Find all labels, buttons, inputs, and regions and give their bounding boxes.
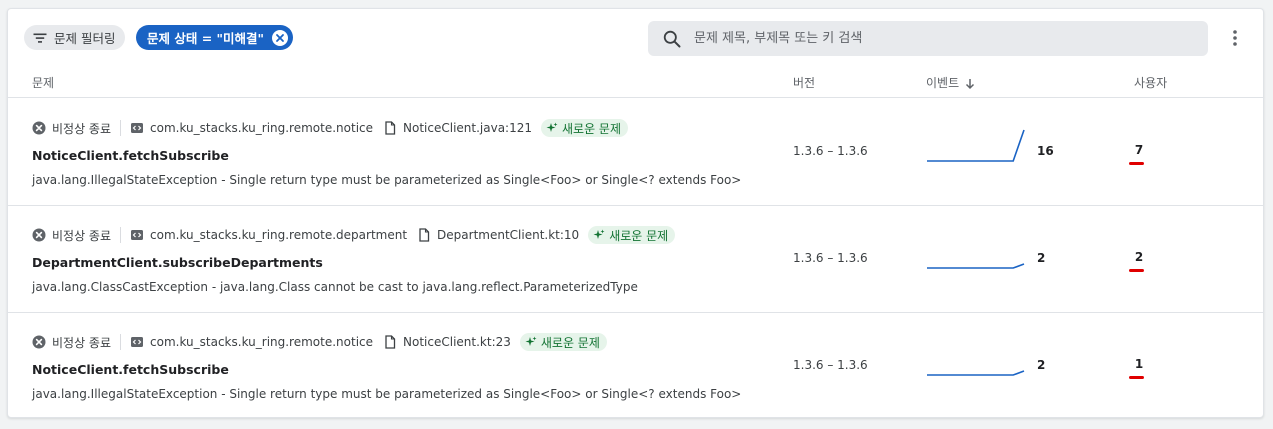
crash-x-circle-icon (32, 335, 46, 349)
more-vert-icon (1233, 30, 1237, 46)
new-issue-badge-label: 새로운 문제 (609, 228, 669, 243)
issue-row[interactable]: 비정상 종료 com.ku_stacks.ku_ring.remote.noti… (8, 313, 1263, 417)
issue-row[interactable]: 비정상 종료 com.ku_stacks.ku_ring.remote.depa… (8, 206, 1263, 313)
issue-event-count: 2 (1037, 251, 1046, 265)
filter-issues-chip[interactable]: 문제 필터링 (24, 25, 126, 50)
new-issue-badge: 새로운 문제 (519, 333, 607, 351)
file-icon (383, 121, 397, 135)
issue-type: 비정상 종료 (52, 228, 112, 243)
filter-list-icon (32, 30, 48, 46)
issue-file[interactable]: NoticeClient.java:121 (403, 121, 532, 135)
arrow-down-icon (965, 78, 975, 93)
issue-version: 1.3.6 – 1.3.6 (793, 251, 868, 265)
issue-version: 1.3.6 – 1.3.6 (793, 144, 868, 158)
user-count-marker (1129, 269, 1144, 272)
new-issue-badge-label: 새로운 문제 (562, 121, 622, 136)
active-filter-chip[interactable]: 문제 상태 = "미해결" (136, 25, 294, 50)
crash-x-circle-icon (32, 228, 46, 242)
issue-meta: 비정상 종료 com.ku_stacks.ku_ring.remote.depa… (32, 225, 676, 245)
issue-title[interactable]: DepartmentClient.subscribeDepartments (32, 255, 323, 270)
sparkle-icon (525, 336, 537, 348)
crash-x-circle-icon (32, 121, 46, 135)
divider (120, 334, 122, 350)
divider (120, 120, 122, 136)
active-filter-label: 문제 상태 = "미해결" (147, 31, 265, 46)
issue-version: 1.3.6 – 1.3.6 (793, 358, 868, 372)
issue-description: java.lang.ClassCastException - java.lang… (32, 280, 638, 294)
events-sparkline-line (927, 263, 1025, 269)
sparkle-icon (546, 122, 558, 134)
column-header-users[interactable]: 사용자 (1134, 74, 1167, 91)
issue-package[interactable]: com.ku_stacks.ku_ring.remote.notice (150, 335, 373, 349)
filter-chip-label: 문제 필터링 (54, 31, 116, 46)
issue-event-count: 16 (1037, 144, 1054, 158)
issues-card: 문제 필터링 문제 상태 = "미해결" 문제 버전 이벤트 사용자 (7, 8, 1264, 418)
search-icon (662, 29, 682, 49)
events-sparkline (927, 129, 1025, 162)
code-package-icon (130, 228, 144, 242)
file-icon (383, 335, 397, 349)
new-issue-badge: 새로운 문제 (541, 119, 629, 137)
events-sparkline-line (927, 370, 1025, 376)
issue-title[interactable]: NoticeClient.fetchSubscribe (32, 362, 229, 377)
table-header: 문제 버전 이벤트 사용자 (8, 69, 1263, 98)
toolbar: 문제 필터링 문제 상태 = "미해결" (8, 9, 1263, 69)
column-header-issue[interactable]: 문제 (32, 74, 54, 91)
search-input[interactable] (694, 31, 1174, 46)
issue-meta: 비정상 종료 com.ku_stacks.ku_ring.remote.noti… (32, 118, 629, 138)
column-header-events-label: 이벤트 (926, 76, 960, 90)
issue-row[interactable]: 비정상 종료 com.ku_stacks.ku_ring.remote.noti… (8, 99, 1263, 206)
column-header-version[interactable]: 버전 (793, 74, 815, 91)
file-icon (417, 228, 431, 242)
close-circle-icon[interactable] (272, 29, 289, 46)
issue-description: java.lang.IllegalStateException - Single… (32, 173, 742, 187)
search-box[interactable] (648, 21, 1208, 56)
issue-user-count: 2 (1134, 250, 1144, 264)
column-header-events[interactable]: 이벤트 (926, 74, 975, 93)
sparkle-icon (593, 229, 605, 241)
code-package-icon (130, 335, 144, 349)
issue-file[interactable]: DepartmentClient.kt:10 (437, 228, 579, 242)
events-sparkline (927, 370, 1025, 376)
issue-user-count: 7 (1134, 143, 1144, 157)
more-options-button[interactable] (1222, 25, 1248, 51)
issue-type: 비정상 종료 (52, 335, 112, 350)
user-count-marker (1129, 162, 1144, 165)
issue-package[interactable]: com.ku_stacks.ku_ring.remote.notice (150, 121, 373, 135)
issue-title[interactable]: NoticeClient.fetchSubscribe (32, 148, 229, 163)
events-sparkline (927, 263, 1025, 269)
issue-meta: 비정상 종료 com.ku_stacks.ku_ring.remote.noti… (32, 332, 607, 352)
events-sparkline-line (927, 129, 1025, 162)
issue-user-count: 1 (1134, 357, 1144, 371)
issue-file[interactable]: NoticeClient.kt:23 (403, 335, 511, 349)
issue-event-count: 2 (1037, 358, 1046, 372)
issue-type: 비정상 종료 (52, 121, 112, 136)
user-count-marker (1129, 376, 1144, 379)
new-issue-badge-label: 새로운 문제 (540, 335, 600, 350)
issue-description: java.lang.IllegalStateException - Single… (32, 387, 742, 401)
code-package-icon (130, 121, 144, 135)
new-issue-badge: 새로운 문제 (588, 226, 676, 244)
issue-package[interactable]: com.ku_stacks.ku_ring.remote.department (150, 228, 407, 242)
divider (120, 227, 122, 243)
